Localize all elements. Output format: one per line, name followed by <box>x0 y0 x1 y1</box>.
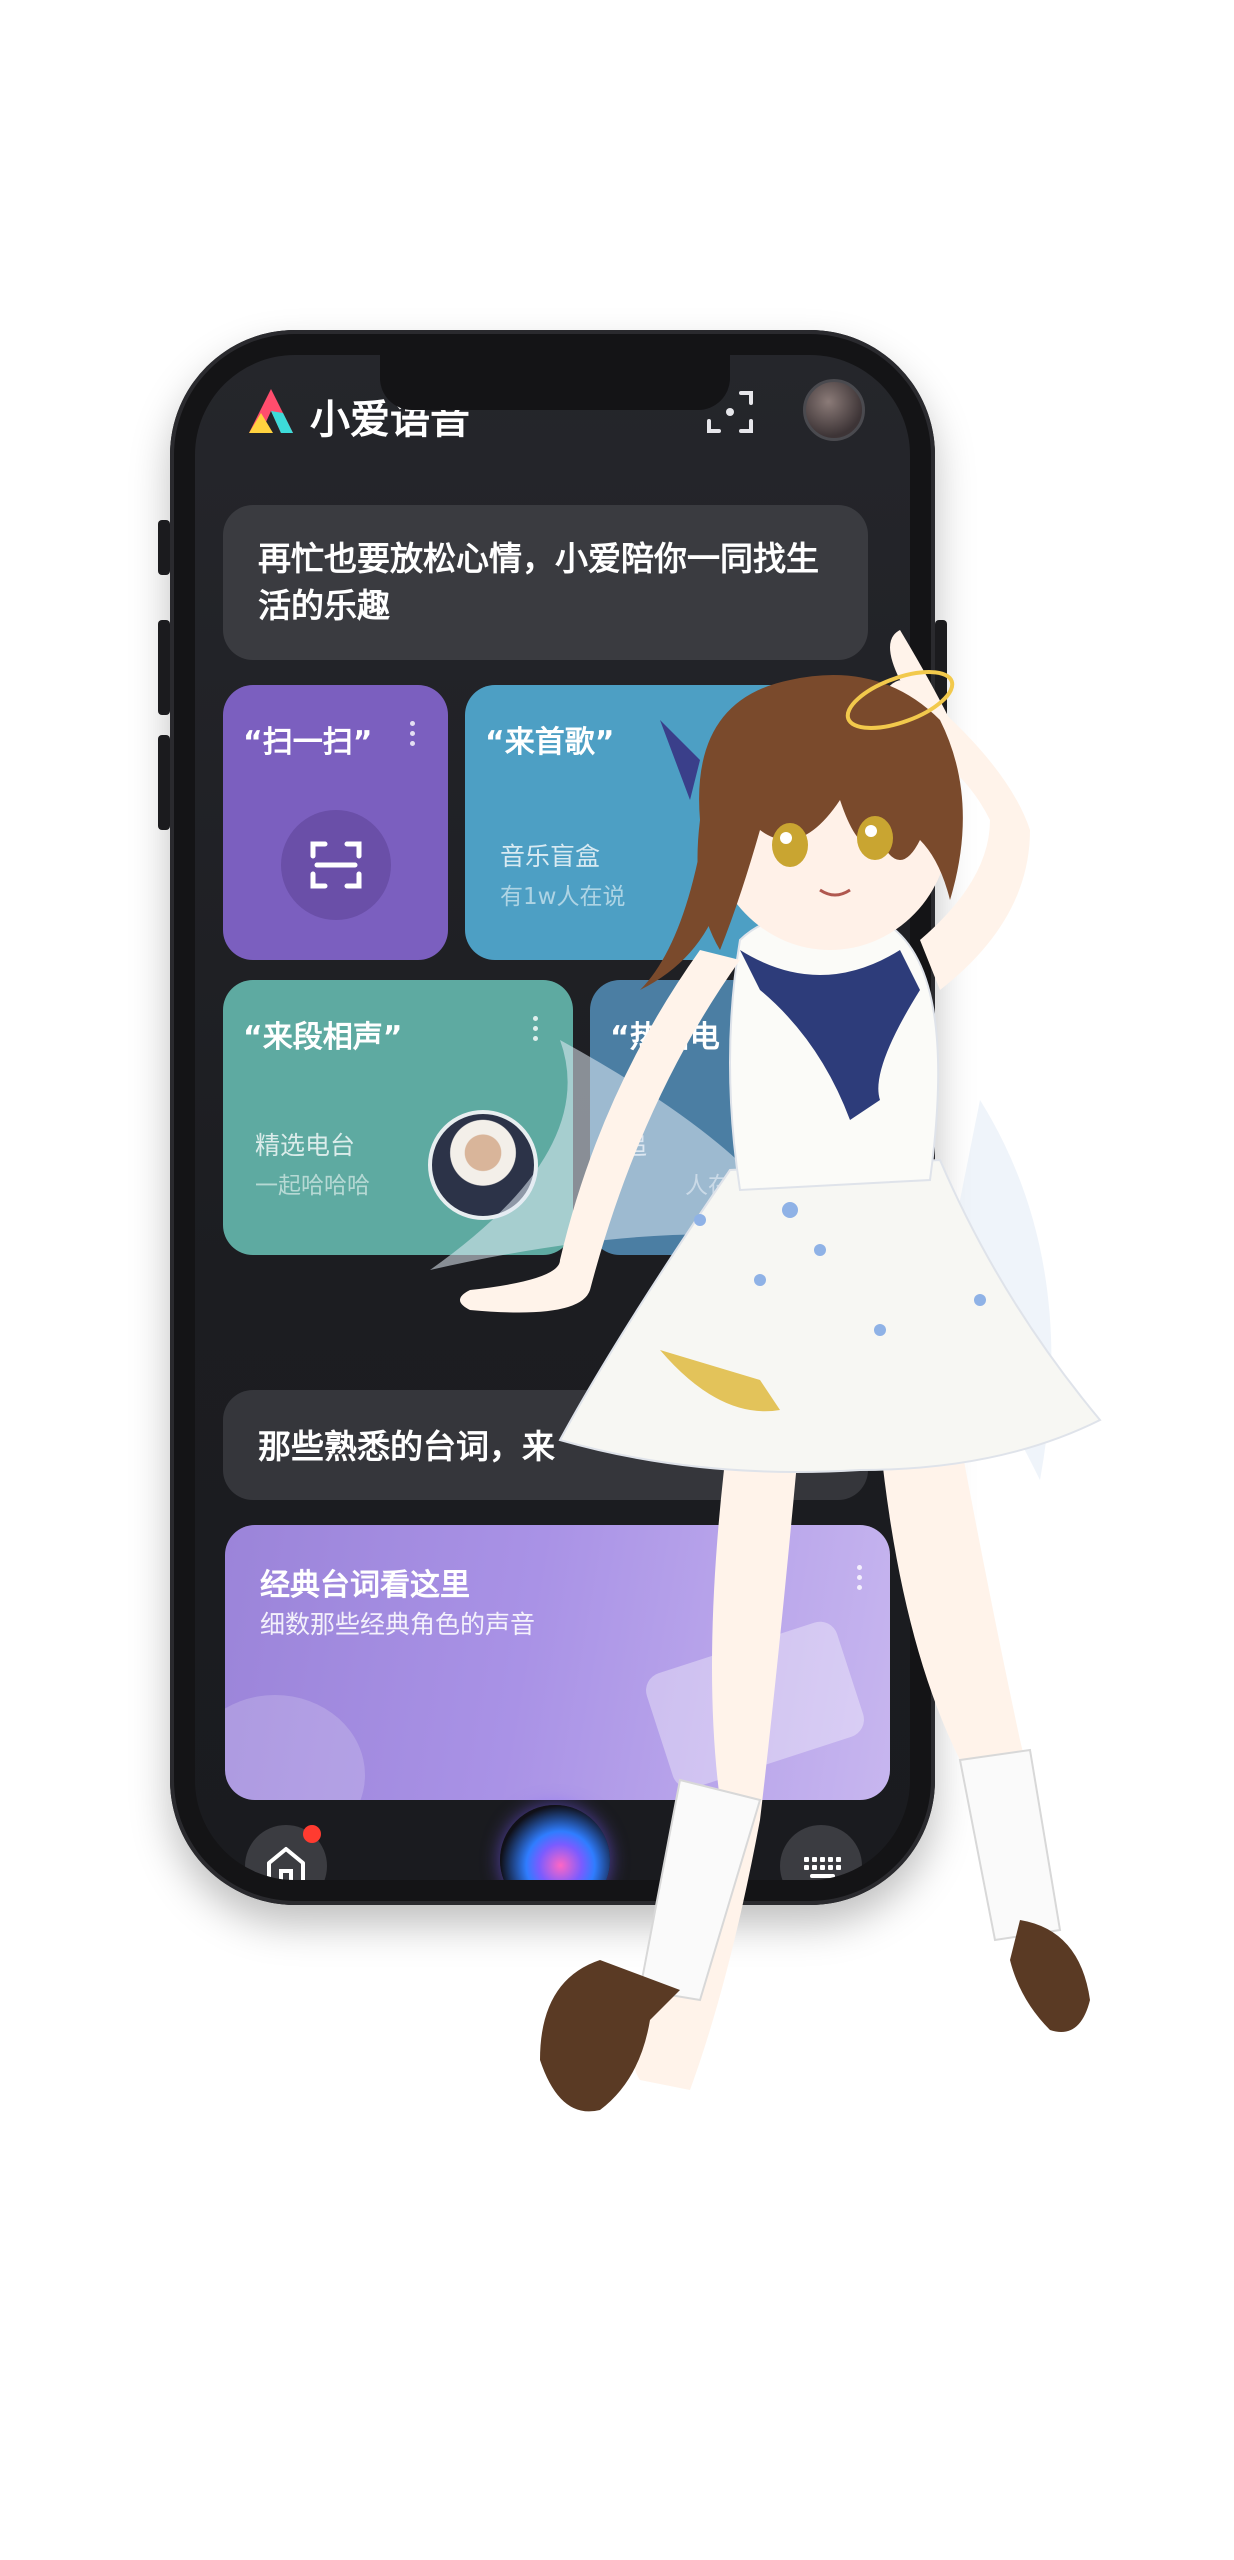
side-button <box>158 735 170 830</box>
card-thumbnail <box>428 1110 538 1220</box>
keyboard-icon <box>804 1857 841 1878</box>
side-button <box>935 620 947 765</box>
banner-subtitle: 细数那些经典角色的声音 <box>260 1610 536 1639</box>
card-radio[interactable]: “热播电 追 人在说 <box>590 980 890 1255</box>
card-subtitle: 音乐盲盒 <box>500 842 601 871</box>
card-crosstalk[interactable]: “来段相声” 精选电台 一起哈哈哈 <box>223 980 573 1255</box>
greeting-text: 再忙也要放松心情，小爱陪你一同找生活的乐趣 <box>258 539 819 625</box>
card-title: “来段相声” <box>243 1020 403 1055</box>
more-dots-icon[interactable] <box>408 721 416 751</box>
card-scan[interactable]: “扫一扫” <box>223 685 448 960</box>
voice-orb-icon[interactable] <box>500 1805 610 1880</box>
side-button <box>158 520 170 575</box>
app-screen: 小爱语音 再忙也要放松心情，小爱陪你一同找生活的乐趣 “扫一扫” “来首歌” 音… <box>195 355 910 1880</box>
greeting-message: 再忙也要放松心情，小爱陪你一同找生活的乐趣 <box>223 505 868 660</box>
banner-decoration <box>225 1695 365 1800</box>
more-dots-icon[interactable] <box>855 1565 863 1595</box>
side-button <box>158 620 170 715</box>
banner-title: 经典台词看这里 <box>260 1568 470 1603</box>
avatar[interactable] <box>803 379 865 441</box>
card-meta: 一起哈哈哈 <box>255 1173 370 1199</box>
banner-classic-lines[interactable]: 经典台词看这里 细数那些经典角色的声音 <box>225 1525 890 1800</box>
card-music[interactable]: “来首歌” 音乐盲盒 有1w人在说 <box>465 685 815 960</box>
section-title: 那些熟悉的台词，来 <box>258 1427 555 1466</box>
card-title: “热播电 <box>610 1020 720 1055</box>
phone-notch <box>380 355 730 410</box>
card-subtitle: 精选电台 <box>255 1131 356 1160</box>
keyboard-button[interactable] <box>780 1825 862 1880</box>
card-title: “扫一扫” <box>243 725 373 760</box>
more-dots-icon[interactable] <box>531 1016 539 1046</box>
scan-button[interactable] <box>281 810 391 920</box>
card-meta: 有1w人在说 <box>500 884 626 910</box>
scan-icon <box>310 841 362 889</box>
section-header: 那些熟悉的台词，来 <box>223 1390 868 1500</box>
banner-decoration <box>641 1617 869 1793</box>
notification-badge <box>303 1825 321 1843</box>
brand-logo-icon <box>249 389 293 433</box>
card-meta: 人在说 <box>685 1173 754 1199</box>
card-title: “来首歌” <box>485 725 615 760</box>
card-subtitle: 追 <box>622 1131 648 1160</box>
